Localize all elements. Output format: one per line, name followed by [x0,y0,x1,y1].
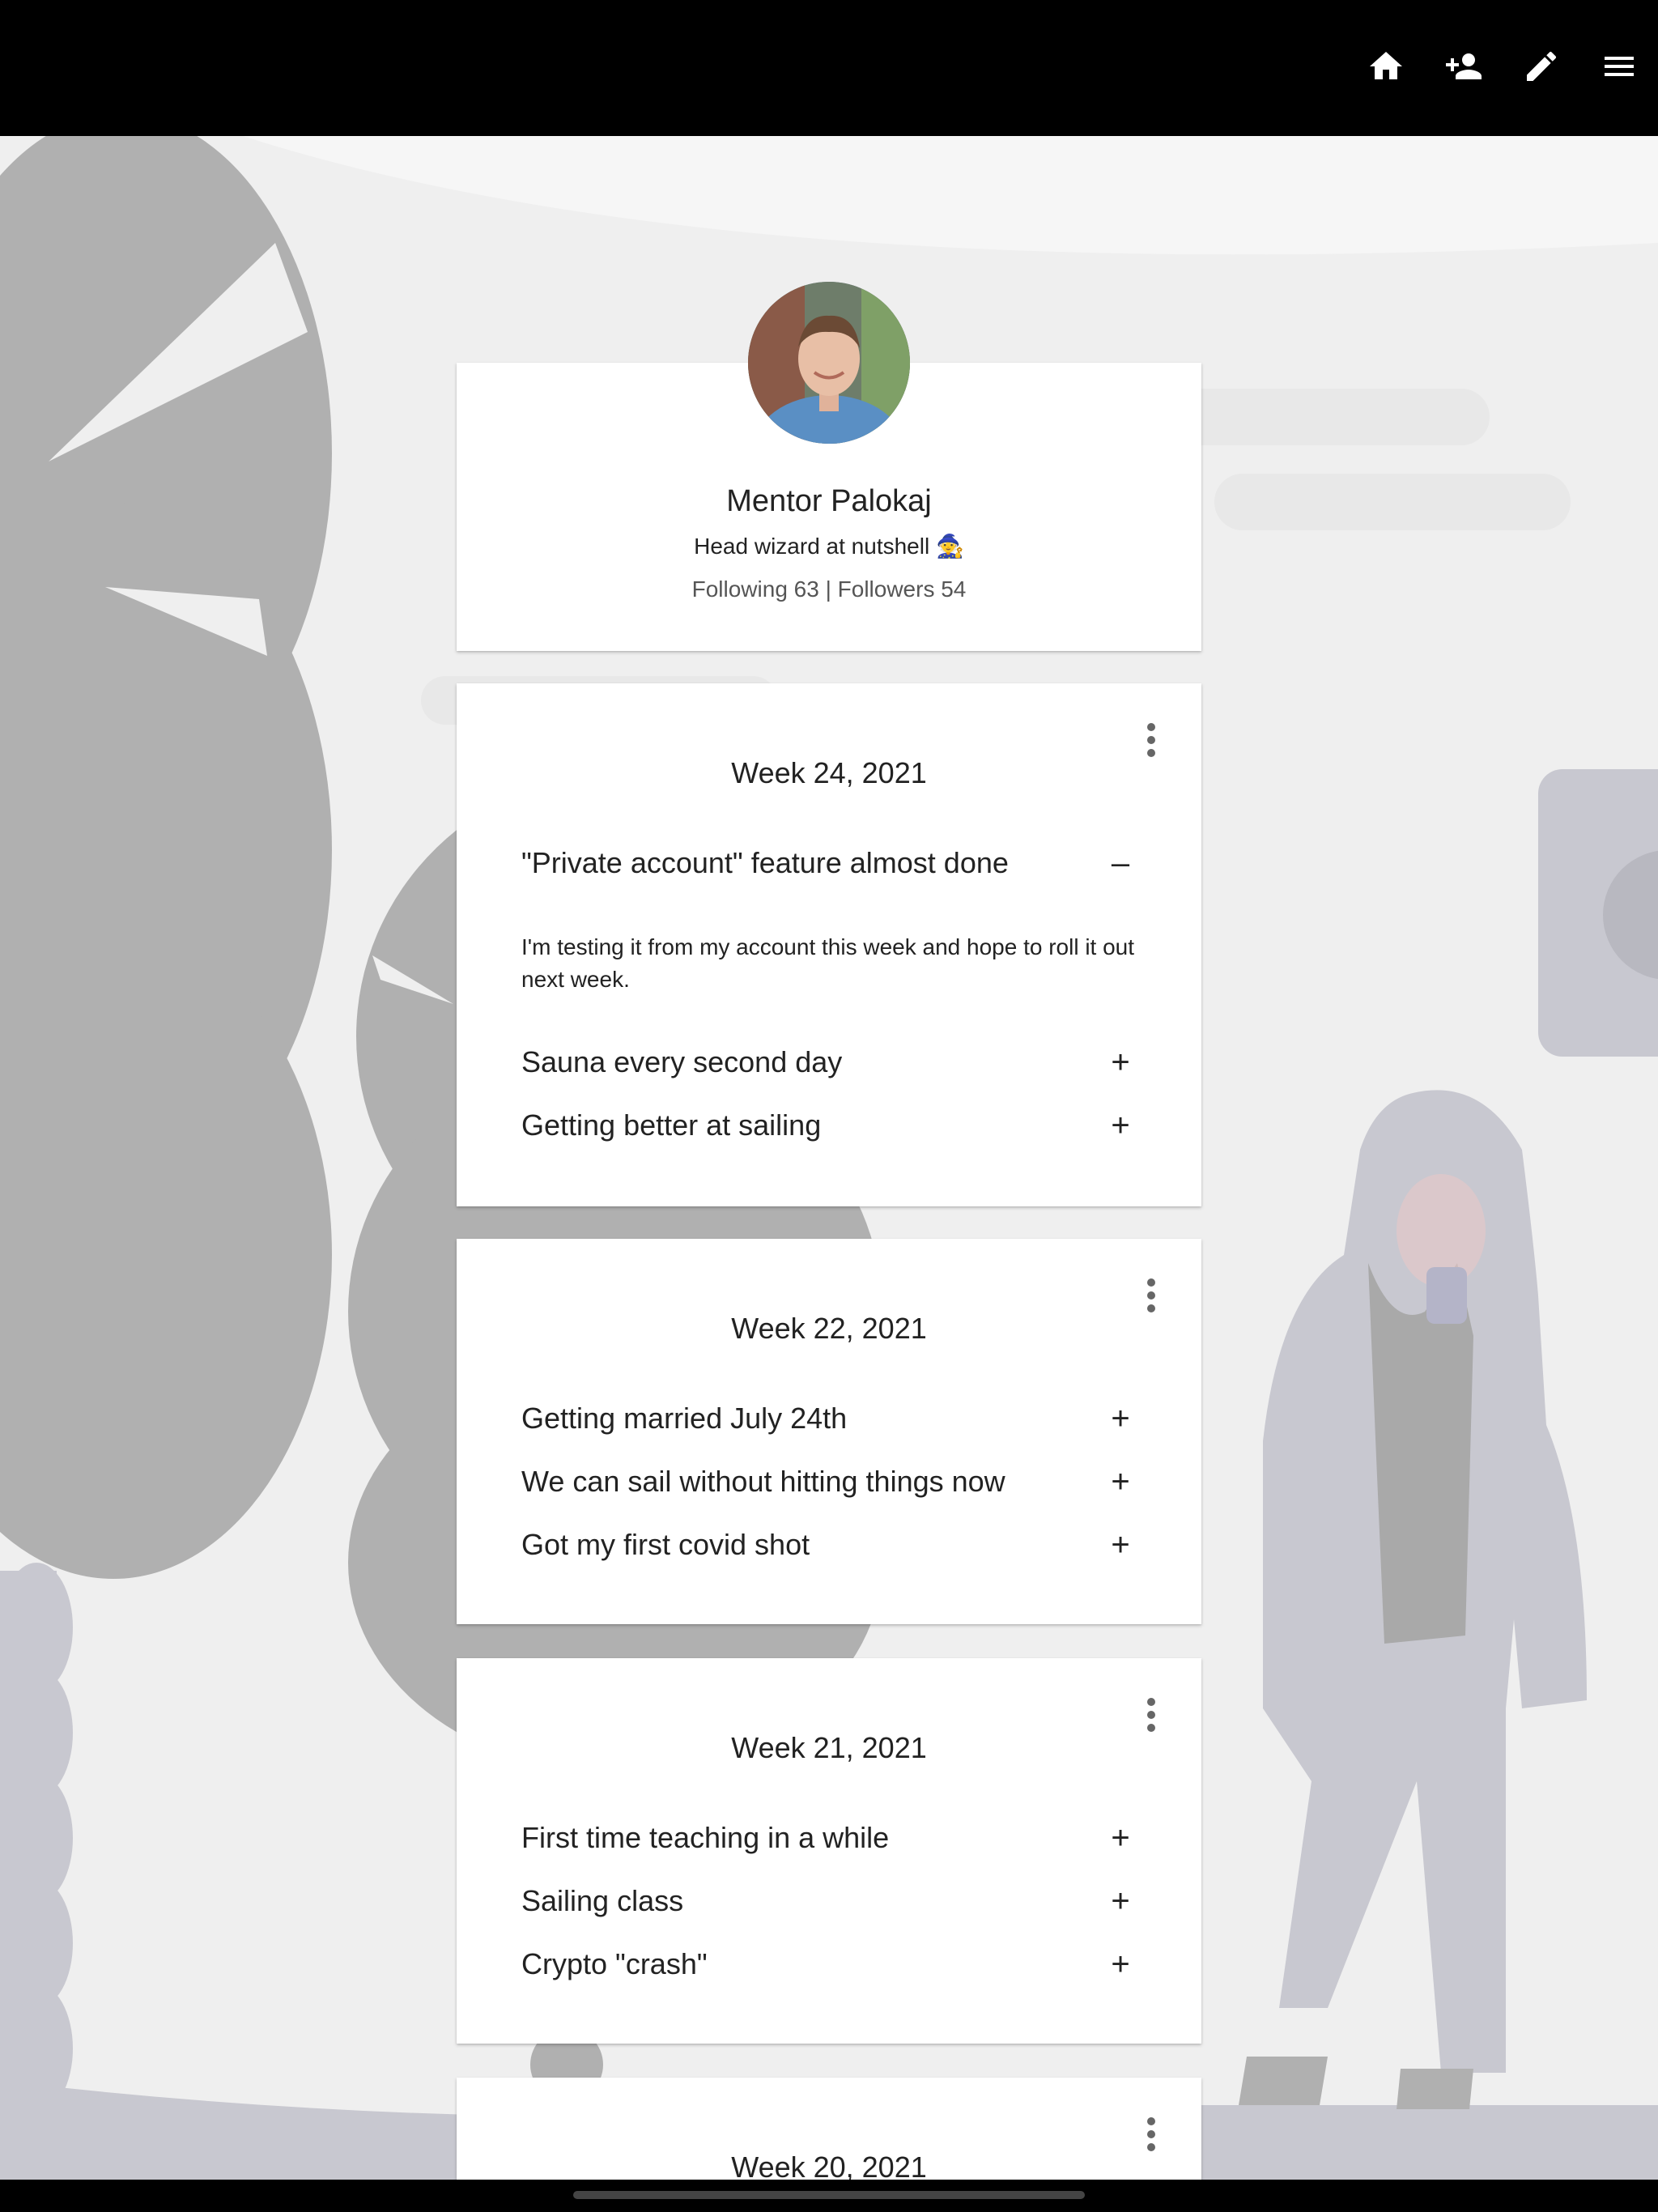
expand-toggle[interactable]: + [1104,1101,1137,1150]
week-item[interactable]: Sailing class + [521,1877,1137,1925]
week-item[interactable]: "Private account" feature almost done – [521,839,1137,887]
toolbar-actions [1347,47,1658,128]
item-title: Got my first covid shot [521,1528,810,1561]
week-item[interactable]: Getting married July 24th + [521,1394,1137,1443]
week-title: Week 22, 2021 [731,1312,927,1345]
add-person-icon [1446,53,1482,79]
profile-stats[interactable]: Following 63 | Followers 54 [457,576,1201,602]
home-icon [1370,52,1402,79]
expand-toggle[interactable]: + [1104,1457,1137,1506]
item-title: Getting better at sailing [521,1108,822,1142]
expand-toggle[interactable]: + [1104,1521,1137,1569]
pencil-icon [1527,51,1557,81]
home-indicator [573,2191,1085,2199]
week-item[interactable]: Crypto "crash" + [521,1940,1137,1989]
week-item[interactable]: First time teaching in a while + [521,1814,1137,1862]
menu-icon [1605,57,1634,76]
expand-toggle[interactable]: + [1104,1940,1137,1989]
menu-button[interactable] [1580,47,1658,128]
week-item[interactable]: Got my first covid shot + [521,1521,1137,1569]
edit-button[interactable] [1503,47,1580,128]
week-title: Week 24, 2021 [731,756,927,789]
profile-name: Mentor Palokaj [726,484,932,518]
add-friend-button[interactable] [1425,47,1503,128]
avatar-photo [748,282,910,444]
item-title: "Private account" feature almost done [521,846,1009,879]
expand-toggle[interactable]: + [1104,1038,1137,1087]
week-item[interactable]: Getting better at sailing + [521,1101,1137,1150]
item-title: Crypto "crash" [521,1947,708,1980]
collapse-toggle[interactable]: – [1104,839,1137,887]
profile-bio: Head wizard at nutshell 🧙 [694,534,964,559]
item-title: First time teaching in a while [521,1821,890,1854]
item-title: Sauna every second day [521,1045,843,1078]
week-card: Week 24, 2021 "Private account" feature … [457,683,1201,1206]
avatar [748,282,910,444]
expand-toggle[interactable]: + [1104,1814,1137,1862]
week-title: Week 21, 2021 [731,1731,927,1764]
home-button[interactable] [1347,47,1425,128]
week-item[interactable]: We can sail without hitting things now + [521,1457,1137,1506]
item-title: We can sail without hitting things now [521,1465,1005,1498]
item-title: Getting married July 24th [521,1402,848,1435]
week-card: Week 22, 2021 Getting married July 24th … [457,1239,1201,1624]
item-description: I'm testing it from my account this week… [521,934,1135,992]
week-item[interactable]: Sauna every second day + [521,1038,1137,1087]
week-card: Week 21, 2021 First time teaching in a w… [457,1658,1201,2044]
expand-toggle[interactable]: + [1104,1877,1137,1925]
expand-toggle[interactable]: + [1104,1394,1137,1443]
item-title: Sailing class [521,1884,684,1917]
top-app-bar [0,0,1658,136]
